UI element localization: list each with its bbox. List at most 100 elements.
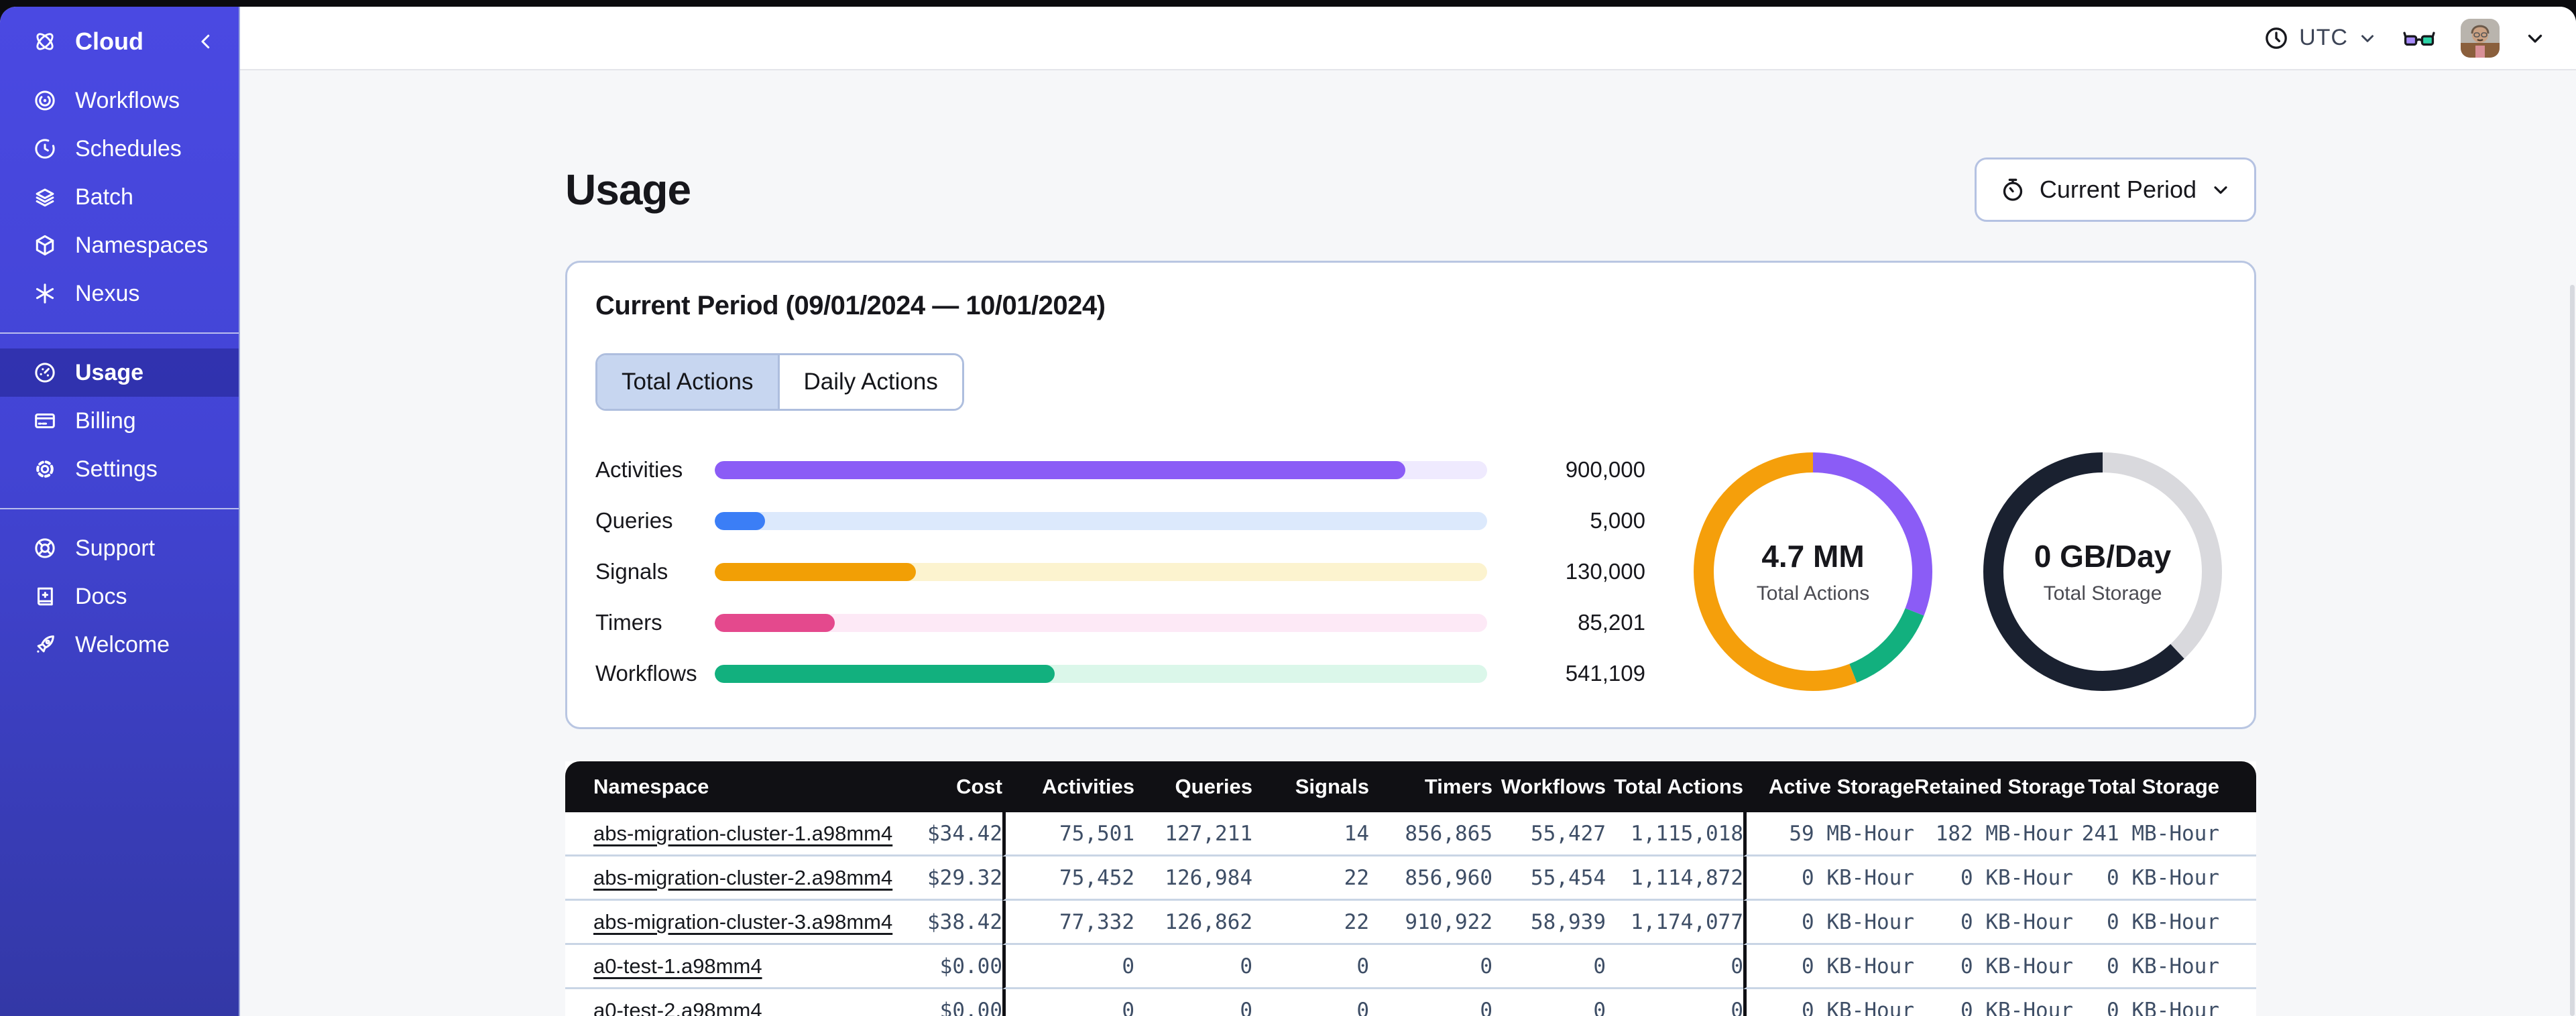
donut-label: Total Storage [2043,582,2162,605]
bar-row-activities: Activities 900,000 [595,457,1645,483]
cell-total_actions: 1,114,872 [1606,856,1743,901]
cell-queries: 127,211 [1134,812,1252,856]
bar-row-signals: Signals 130,000 [595,559,1645,584]
table-header-row: Namespace Cost Activities Queries Signals Tim… [565,761,2256,812]
bar-fill [715,511,765,530]
cell-signals: 22 [1252,901,1369,945]
bar-value: 130,000 [1565,559,1645,584]
cell-workflows: 55,454 [1492,856,1606,901]
cell-retained_storage: 0 KB-Hour [1914,901,2073,945]
cell-activities: 0 [1002,989,1134,1016]
bar-fill [715,562,916,581]
column-header-total-storage: Total Storage [2073,761,2256,812]
cell-total_actions: 1,174,077 [1606,901,1743,945]
cell-cost: $0.00 [833,989,1002,1016]
donut-value: 0 GB/Day [2034,539,2172,574]
cell-activities: 0 [1002,945,1134,989]
bar-label: Signals [595,559,668,584]
sidebar-divider [0,508,239,509]
cell-workflows: 0 [1492,989,1606,1016]
column-header-retained-storage: Retained Storage [1914,761,2085,812]
sidebar-item-billing[interactable]: Billing [0,397,239,445]
user-avatar[interactable] [2461,18,2500,58]
bar-row-workflows: Workflows 541,109 [595,661,1645,686]
sidebar-item-docs[interactable]: Docs [0,572,239,621]
bar-label: Queries [595,508,673,533]
sidebar-collapse-icon[interactable] [196,31,216,52]
bar-row-timers: Timers 85,201 [595,610,1645,635]
docs-icon [32,584,58,609]
cell-timers: 0 [1369,945,1492,989]
sidebar-item-support[interactable]: Support [0,524,239,572]
bar-value: 900,000 [1565,457,1645,482]
tab-daily-actions[interactable]: Daily Actions [777,355,962,409]
bar-track [715,562,1487,581]
sidebar-item-usage[interactable]: Usage [0,348,239,397]
cell-activities: 75,452 [1002,856,1134,901]
cell-workflows: 58,939 [1492,901,1606,945]
namespace-link[interactable]: abs-migration-cluster-3.a98mm4 [593,910,892,934]
cell-signals: 14 [1252,812,1369,856]
sidebar-item-label: Nexus [75,280,140,306]
billing-icon [32,408,58,434]
namespaces-icon [32,233,58,258]
cell-total_storage: 0 KB-Hour [2073,856,2256,901]
sidebar-item-welcome[interactable]: Welcome [0,621,239,669]
sidebar-item-settings[interactable]: Settings [0,445,239,493]
cell-activities: 75,501 [1002,812,1134,856]
summary-donuts: 4.7 MM Total Actions 0 GB/Day Total Storage [1692,451,2223,692]
app-window: Cloud Workflows Schedules Batch Namespaces N… [0,7,2576,1016]
sidebar-item-batch[interactable]: Batch [0,173,239,221]
timezone-label: UTC [2299,25,2348,50]
scrollbar[interactable] [2570,285,2575,1016]
card-title: Current Period (09/01/2024 — 10/01/2024) [595,291,1106,320]
feedback-glasses-icon[interactable] [2402,23,2437,53]
cell-total_storage: 0 KB-Hour [2073,901,2256,945]
account-menu-chevron-icon[interactable] [2524,27,2546,50]
sidebar-item-label: Namespaces [75,232,209,258]
sidebar-item-label: Docs [75,583,127,609]
cell-retained_storage: 0 KB-Hour [1914,945,2073,989]
sidebar-item-label: Batch [75,184,133,210]
table-row: abs-migration-cluster-3.a98mm4 $38.42 77,3… [565,901,2256,945]
actions-tab-group: Total Actions Daily Actions [595,353,964,411]
sidebar-item-label: Welcome [75,631,170,657]
tab-total-actions[interactable]: Total Actions [597,355,778,409]
namespace-link[interactable]: a0-test-1.a98mm4 [593,954,762,978]
period-selector-label: Current Period [2039,176,2197,203]
sidebar-item-namespaces[interactable]: Namespaces [0,221,239,269]
sidebar: Cloud Workflows Schedules Batch Namespaces N… [0,7,240,1016]
cell-timers: 856,960 [1369,856,1492,901]
page-title: Usage [565,166,691,214]
brand-label: Cloud [75,27,143,55]
cell-queries: 0 [1134,945,1252,989]
period-selector-button[interactable]: Current Period [1974,157,2256,222]
cell-total_actions: 1,115,018 [1606,812,1743,856]
namespace-link[interactable]: abs-migration-cluster-1.a98mm4 [593,822,892,845]
column-header-timers: Timers [1369,761,1492,812]
timezone-selector[interactable]: UTC [2263,25,2378,52]
cell-workflows: 55,427 [1492,812,1606,856]
actions-bar-chart: Activities 900,000 Queries 5,000 Signals 130,… [595,457,1645,686]
cell-timers: 0 [1369,989,1492,1016]
usage-icon [32,360,58,385]
namespace-link[interactable]: abs-migration-cluster-2.a98mm4 [593,866,892,889]
bar-track [715,664,1487,683]
cell-total_actions: 0 [1606,945,1743,989]
cell-cost: $0.00 [833,945,1002,989]
table-row: abs-migration-cluster-1.a98mm4 $34.42 75,5… [565,812,2256,856]
chevron-down-icon [2357,28,2378,48]
cell-timers: 910,922 [1369,901,1492,945]
sidebar-brand: Cloud [0,7,239,76]
sidebar-item-nexus[interactable]: Nexus [0,269,239,318]
sidebar-item-schedules[interactable]: Schedules [0,125,239,173]
namespace-link[interactable]: a0-test-2.a98mm4 [593,999,762,1016]
column-header-total-actions: Total Actions [1606,761,1743,812]
bar-value: 85,201 [1578,610,1645,635]
sidebar-item-workflows[interactable]: Workflows [0,76,239,125]
column-header-cost: Cost [833,761,1002,812]
cell-total_actions: 0 [1606,989,1743,1016]
cell-signals: 0 [1252,945,1369,989]
cell-active_storage: 0 KB-Hour [1743,901,1914,945]
welcome-icon [32,632,58,657]
